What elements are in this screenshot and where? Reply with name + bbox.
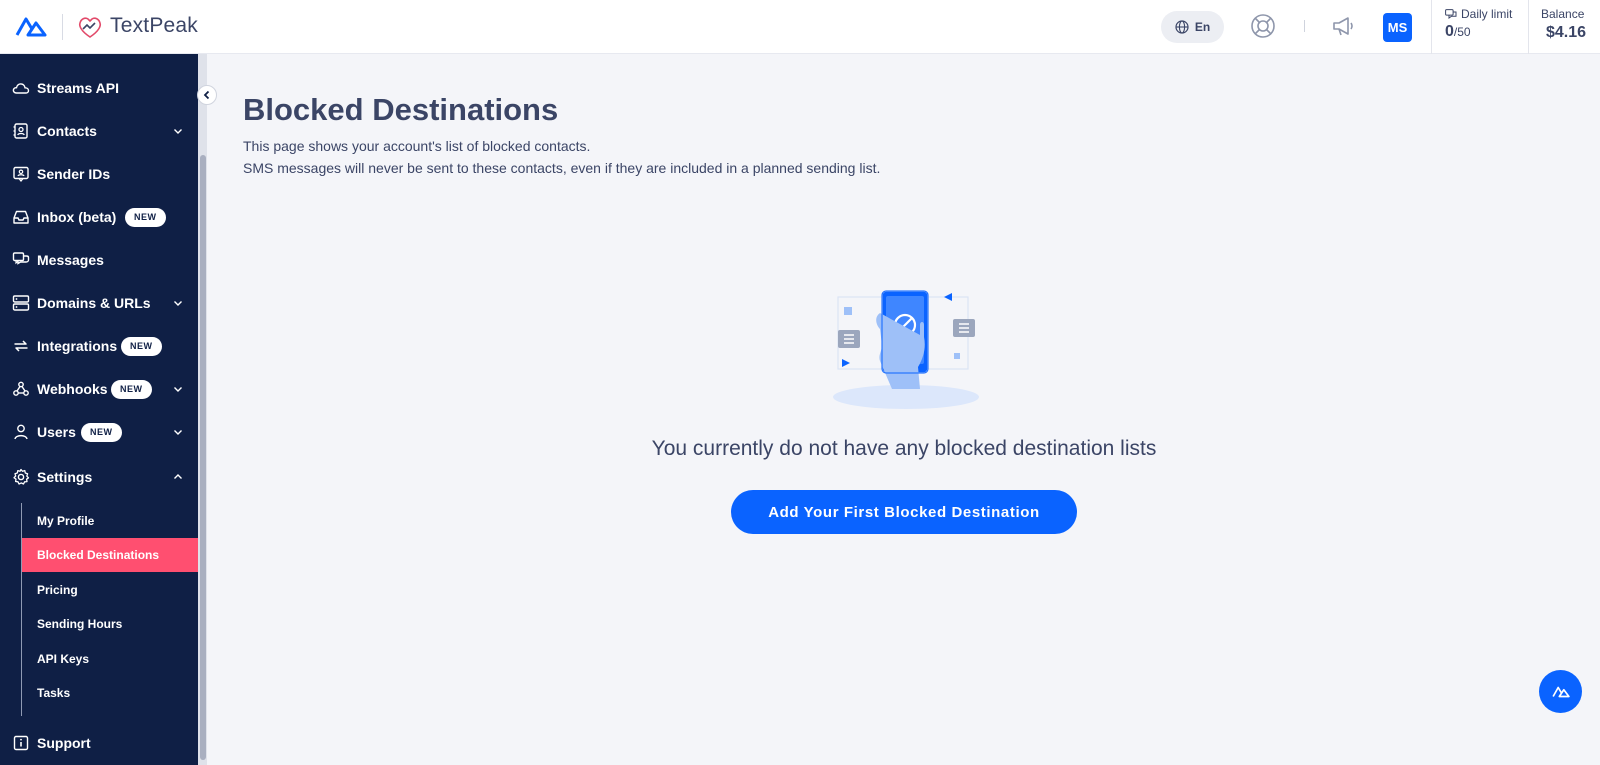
header-divider bbox=[1528, 0, 1529, 54]
sidebar-item-domains-urls[interactable]: Domains & URLs bbox=[0, 283, 198, 323]
new-badge: NEW bbox=[111, 379, 152, 399]
chevron-down-icon bbox=[174, 129, 182, 134]
contacts-icon bbox=[13, 123, 28, 139]
sidebar-item-settings[interactable]: Settings bbox=[0, 457, 198, 497]
blocked-phone-illustration bbox=[833, 290, 979, 409]
chevron-up-icon bbox=[174, 474, 182, 479]
chevron-down-icon bbox=[174, 301, 182, 306]
brand-chart-icon bbox=[78, 17, 102, 38]
sidebar-item-sender-ids[interactable]: Sender IDs bbox=[0, 154, 198, 194]
globe-icon bbox=[1175, 20, 1189, 34]
submenu-item-sending-hours[interactable]: Sending Hours bbox=[22, 607, 198, 641]
sidebar-item-contacts[interactable]: Contacts bbox=[0, 111, 198, 151]
sidebar-item-streams-api[interactable]: Streams API bbox=[0, 68, 198, 108]
cloud-icon bbox=[12, 83, 30, 94]
support-icon bbox=[13, 735, 29, 751]
header-divider bbox=[1431, 0, 1432, 54]
sidebar-item-support[interactable]: Support bbox=[0, 723, 198, 763]
submenu-item-api-keys[interactable]: API Keys bbox=[22, 642, 198, 676]
submenu-item-tasks[interactable]: Tasks bbox=[22, 676, 198, 710]
inbox-icon bbox=[13, 210, 29, 224]
sidebar-scrollbar-thumb[interactable] bbox=[200, 155, 206, 760]
chevron-left-icon bbox=[203, 90, 210, 100]
empty-state-message: You currently do not have any blocked de… bbox=[651, 437, 1157, 460]
submenu-item-blocked-destinations[interactable]: Blocked Destinations bbox=[22, 538, 198, 572]
lifebuoy-help-icon[interactable] bbox=[1250, 13, 1276, 39]
domains-icon bbox=[12, 295, 30, 311]
sidebar-item-inbox[interactable]: Inbox (beta) NEW bbox=[0, 197, 198, 237]
sidebar-item-webhooks[interactable]: Webhooks NEW bbox=[0, 369, 198, 409]
new-badge: NEW bbox=[121, 336, 162, 356]
header-separator bbox=[1304, 20, 1305, 32]
top-header: TextPeak En MS Daily limit 0/50 Balance bbox=[0, 0, 1600, 54]
sidebar-item-integrations[interactable]: Integrations NEW bbox=[0, 326, 198, 366]
chevron-down-icon bbox=[174, 430, 182, 435]
integrations-icon bbox=[14, 340, 28, 352]
daily-limit-label: Daily limit bbox=[1445, 7, 1512, 21]
balance-value: $4.16 bbox=[1546, 24, 1587, 41]
daily-limit-value: 0/50 bbox=[1445, 23, 1471, 40]
app-logo-icon bbox=[1551, 686, 1570, 697]
user-icon bbox=[14, 424, 28, 440]
language-selector[interactable]: En bbox=[1161, 11, 1224, 43]
app-logo-icon[interactable] bbox=[15, 15, 47, 39]
new-badge: NEW bbox=[125, 207, 166, 227]
language-label: En bbox=[1194, 20, 1211, 34]
user-avatar[interactable]: MS bbox=[1383, 13, 1412, 42]
page-description: This page shows your account's list of b… bbox=[243, 138, 881, 176]
gear-icon bbox=[13, 468, 30, 485]
chat-icon bbox=[1445, 8, 1457, 19]
new-badge: NEW bbox=[81, 422, 122, 442]
sender-id-icon bbox=[13, 166, 29, 183]
submenu-item-my-profile[interactable]: My Profile bbox=[22, 504, 198, 538]
chat-widget-button[interactable] bbox=[1539, 670, 1582, 713]
brand-name: TextPeak bbox=[110, 14, 198, 37]
sidebar-item-users[interactable]: Users NEW bbox=[0, 412, 198, 452]
webhooks-icon bbox=[13, 381, 29, 396]
page-title: Blocked Destinations bbox=[243, 92, 559, 127]
balance-label: Balance bbox=[1541, 7, 1585, 21]
chevron-down-icon bbox=[174, 387, 182, 392]
sidebar-item-messages[interactable]: Messages bbox=[0, 240, 198, 280]
messages-icon bbox=[12, 252, 30, 265]
sidebar-collapse-button[interactable] bbox=[197, 85, 217, 105]
logo-separator bbox=[62, 14, 63, 40]
submenu-item-pricing[interactable]: Pricing bbox=[22, 573, 198, 607]
add-blocked-destination-button[interactable]: Add Your First Blocked Destination bbox=[731, 490, 1077, 534]
megaphone-icon[interactable] bbox=[1330, 13, 1356, 39]
